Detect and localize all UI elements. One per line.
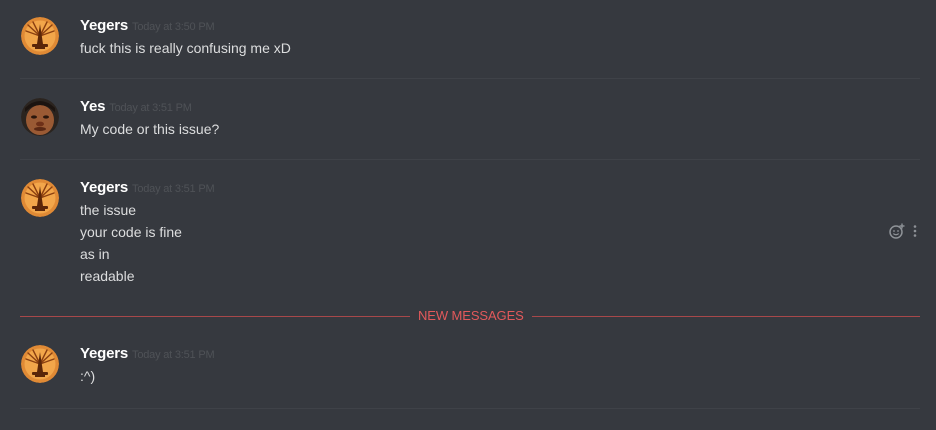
username[interactable]: Yegers (80, 179, 128, 196)
new-messages-label: NEW MESSAGES (410, 307, 532, 325)
username[interactable]: Yegers (80, 345, 128, 362)
message-text: :^) (80, 368, 96, 384)
username[interactable]: Yes (80, 98, 105, 115)
message-divider (20, 159, 920, 160)
message-text: My code or this issue? (80, 121, 220, 137)
message-header: Yes Today at 3:51 PM (80, 98, 192, 118)
more-options-icon[interactable] (912, 224, 918, 238)
message-text: your code is fine (80, 224, 182, 240)
face-photo-avatar[interactable] (21, 98, 59, 136)
yegers-emblem-avatar[interactable] (21, 345, 59, 383)
message-divider (20, 78, 920, 79)
message-header: Yegers Today at 3:50 PM (80, 17, 215, 37)
message-header: Yegers Today at 3:51 PM (80, 179, 215, 199)
message-text: as in (80, 246, 110, 262)
message-text: the issue (80, 202, 137, 218)
timestamp: Today at 3:50 PM (132, 21, 215, 33)
timestamp: Today at 3:51 PM (132, 183, 215, 195)
message-hover-actions (888, 222, 918, 240)
message-text: fuck this is really confusing me xD (80, 40, 291, 56)
message-header: Yegers Today at 3:51 PM (80, 345, 215, 365)
timestamp: Today at 3:51 PM (109, 102, 192, 114)
yegers-emblem-avatar[interactable] (21, 17, 59, 55)
message-text: readable (80, 268, 135, 284)
add-reaction-icon[interactable] (888, 222, 906, 240)
timestamp: Today at 3:51 PM (132, 349, 215, 361)
username[interactable]: Yegers (80, 17, 128, 34)
yegers-emblem-avatar[interactable] (21, 179, 59, 217)
chat-messages: Yegers Today at 3:50 PM fuck this is real… (0, 0, 936, 430)
message-divider (20, 408, 920, 409)
